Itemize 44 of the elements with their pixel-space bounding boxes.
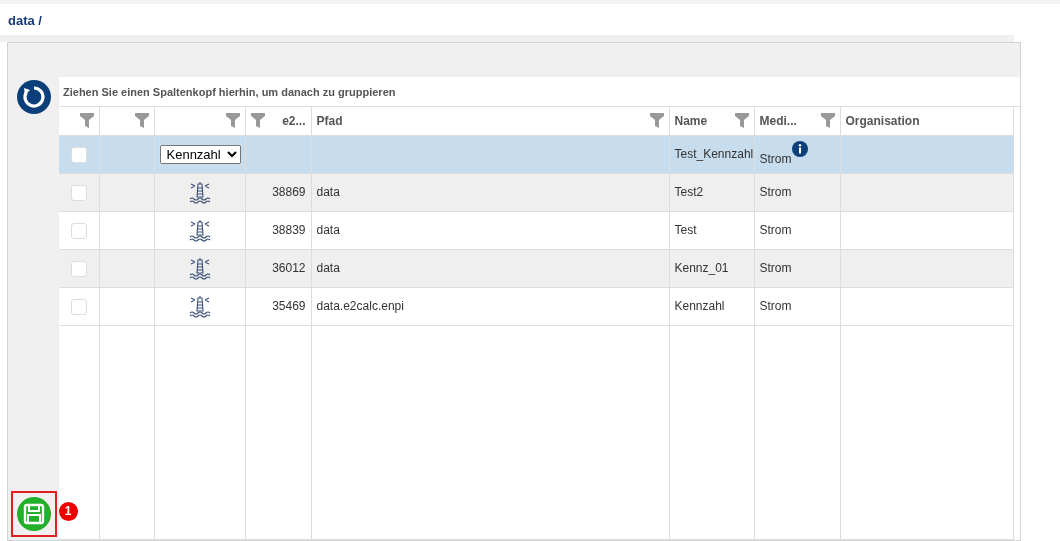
breadcrumb[interactable]: data / [8, 13, 42, 28]
path-cell: data [316, 185, 340, 199]
filter-icon[interactable] [820, 113, 835, 129]
column-header[interactable]: Organisation [845, 111, 920, 130]
info-icon[interactable] [791, 140, 808, 157]
medium-cell: Strom [759, 261, 792, 275]
path-cell: data.e2calc.enpi [316, 299, 404, 313]
column-header[interactable]: e2... [282, 111, 306, 130]
filter-icon[interactable] [734, 113, 749, 129]
type-dropdown[interactable]: Kennzahl [159, 144, 241, 164]
lighthouse-icon [187, 256, 212, 280]
id-cell: 35469 [272, 299, 306, 313]
id-cell: 38839 [272, 223, 306, 237]
medium-filter-value: Strom [759, 151, 792, 166]
lighthouse-icon [187, 218, 212, 242]
id-cell: 38869 [272, 185, 306, 199]
path-cell: data [316, 223, 340, 237]
checkbox[interactable] [70, 184, 87, 201]
refresh-icon[interactable] [16, 80, 51, 114]
name-cell: Kennz_01 [674, 261, 729, 275]
lighthouse-icon [187, 294, 212, 318]
checkbox[interactable] [70, 146, 87, 163]
filter-icon[interactable] [649, 113, 664, 129]
filter-icon[interactable] [134, 113, 149, 129]
name-cell: Test [674, 223, 697, 237]
name-cell: Test2 [674, 185, 704, 199]
medium-cell: Strom [759, 185, 792, 199]
medium-cell: Strom [759, 223, 792, 237]
checkbox[interactable] [70, 260, 87, 277]
id-cell: 36012 [272, 261, 306, 275]
filter-icon[interactable] [79, 113, 94, 129]
filter-icon[interactable] [225, 113, 240, 129]
column-header[interactable]: Name [674, 111, 708, 130]
filter-icon[interactable] [250, 113, 265, 129]
name-cell: Kennzahl [674, 299, 725, 313]
medium-cell: Strom [759, 299, 792, 313]
column-header[interactable]: Medi... [759, 111, 797, 130]
path-cell: data [316, 261, 340, 275]
column-header[interactable]: Pfad [316, 111, 343, 130]
checkbox[interactable] [70, 222, 87, 239]
checkbox[interactable] [70, 298, 87, 315]
group-by-hint: Ziehen Sie einen Spaltenkopf hierhin, um danach zu gruppieren [59, 77, 1020, 107]
name-filter-value: Test_Kennzahl [674, 147, 753, 161]
lighthouse-icon [187, 180, 212, 204]
